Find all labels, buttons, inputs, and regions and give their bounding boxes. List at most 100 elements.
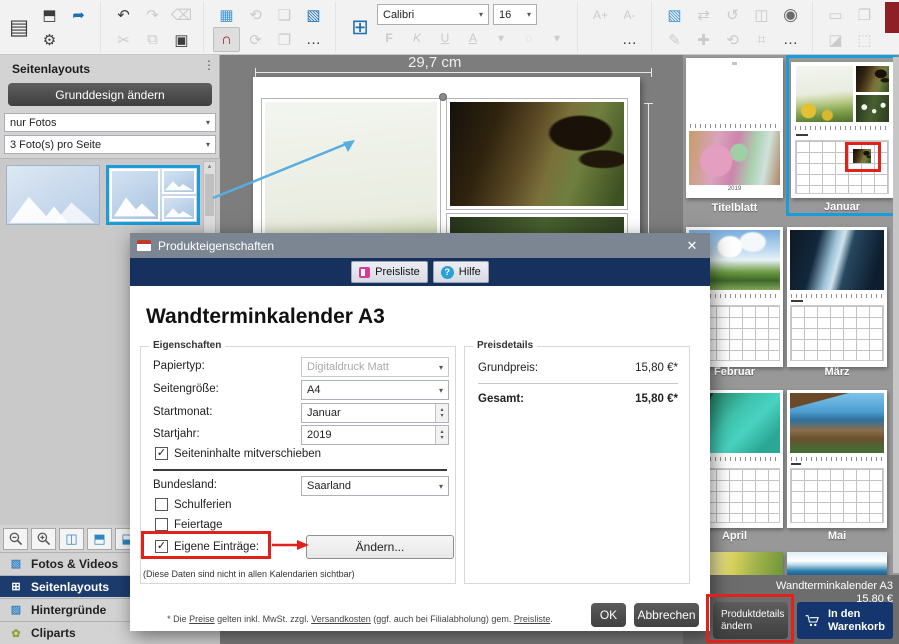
magnet-snap-icon[interactable]: ∩ — [213, 27, 240, 52]
redo-icon[interactable]: ↷ — [139, 2, 166, 27]
add-image-icon[interactable]: ▧ — [661, 2, 688, 27]
state-select[interactable]: Saarland ▾ — [301, 476, 449, 496]
red-annotation-custom-entries — [141, 531, 271, 559]
page-label-maerz[interactable]: März — [787, 366, 887, 378]
ok-button[interactable]: OK — [591, 603, 626, 627]
spinner-arrows-icon[interactable]: ▴▾ — [435, 426, 448, 444]
paste-icon[interactable]: ▣ — [168, 27, 195, 52]
edit-image-icon[interactable]: ✎ — [661, 27, 688, 52]
window-close-button-fragment[interactable] — [885, 2, 899, 33]
pricelist-link[interactable]: Preisliste — [514, 614, 551, 624]
save-icon[interactable]: ⬒ — [36, 2, 63, 27]
layout-thumbnail-1[interactable] — [6, 165, 100, 225]
zoom-in-button[interactable] — [31, 528, 56, 550]
start-month-spinner[interactable]: Januar ▴▾ — [301, 403, 449, 423]
mountain-icon — [7, 189, 99, 224]
font-increase-button[interactable]: A+ — [587, 2, 614, 27]
shift-contents-checkbox[interactable]: ✓ — [155, 447, 168, 460]
help-button[interactable]: ? Hilfe — [433, 261, 489, 283]
page-thumb-titelblatt[interactable]: 2019 — [686, 58, 783, 198]
image-layout-icon[interactable]: ◫ — [748, 2, 775, 27]
panel-menu-dots-icon[interactable]: ⋮ — [203, 58, 214, 72]
rotate-right-icon[interactable]: ⟳ — [242, 27, 269, 52]
image-fx-icon[interactable]: ◪ — [822, 27, 849, 52]
add-to-cart-button[interactable]: In den Warenkorb — [797, 602, 893, 639]
calendar-grid — [790, 305, 884, 361]
photo-dried-seedheads[interactable] — [447, 99, 627, 209]
underline-button[interactable]: U — [433, 28, 457, 48]
undo-icon[interactable]: ↶ — [110, 2, 137, 27]
photo-filter-select[interactable]: nur Fotos ▾ — [4, 113, 216, 132]
copy-icon[interactable]: ⧉ — [139, 27, 166, 52]
grid-icon[interactable]: ▦ — [213, 2, 240, 27]
font-size-select[interactable]: 16 ▾ — [493, 4, 537, 25]
export-image-icon[interactable]: ▧ — [300, 2, 327, 27]
page-label-titelblatt[interactable]: Titelblatt — [686, 202, 783, 214]
photo-count-select[interactable]: 3 Foto(s) pro Seite ▾ — [4, 135, 216, 154]
trash-icon[interactable]: ⌫ — [168, 2, 195, 27]
font-decrease-button[interactable]: A- — [616, 2, 643, 27]
prices-link[interactable]: Preise — [189, 614, 215, 624]
separator-line — [153, 469, 447, 471]
page-thumb-mai[interactable] — [787, 390, 887, 528]
crop-icon[interactable]: ⌗ — [748, 27, 775, 52]
add-calendar-text-icon[interactable]: ⊞ — [345, 2, 375, 52]
dialog-titlebar[interactable]: Produkteigenschaften ✕ — [130, 233, 710, 258]
school-holidays-checkbox[interactable] — [155, 498, 168, 511]
file-menu-icon[interactable]: ▤ — [4, 2, 34, 52]
bold-button[interactable]: F — [377, 28, 401, 48]
font-family-select[interactable]: Calibri ▾ — [377, 4, 489, 25]
settings-gear-icon[interactable]: ⚙ — [36, 27, 63, 52]
replace-image-icon[interactable]: ⇄ — [690, 2, 717, 27]
red-annotation-calendar-photo — [845, 142, 881, 172]
image-plain-icon[interactable]: ▭ — [822, 2, 849, 27]
change-entries-button[interactable]: Ändern... — [306, 535, 454, 559]
more-text-icon[interactable]: … — [616, 27, 643, 52]
page-thumb-januar[interactable] — [791, 62, 893, 198]
page-size-select[interactable]: A4 ▾ — [301, 380, 449, 400]
rotate-left-icon[interactable]: ⟲ — [242, 2, 269, 27]
export-folder-icon[interactable]: ➦ — [65, 2, 92, 27]
copy-style-icon[interactable]: ❐ — [851, 2, 878, 27]
pricelist-button[interactable]: Preisliste — [351, 261, 428, 283]
page-thumb-maerz[interactable] — [787, 227, 887, 367]
cut-icon[interactable]: ✂ — [110, 27, 137, 52]
mountain-icon — [112, 190, 158, 219]
shipping-link[interactable]: Versandkosten — [311, 614, 371, 624]
fill-color-button[interactable]: ◌ — [517, 28, 541, 48]
reset-image-icon[interactable]: ⟲ — [719, 27, 746, 52]
total-price-value: 15,80 €* — [560, 393, 678, 405]
rotation-handle[interactable] — [439, 93, 447, 101]
view-pages-button[interactable]: ◫ — [59, 528, 84, 550]
rotate-image-icon[interactable]: ↺ — [719, 2, 746, 27]
text-color-arrow-icon[interactable]: ▾ — [489, 28, 513, 48]
page-label-januar[interactable]: Januar — [791, 201, 893, 213]
layout-thumbnail-2-selected[interactable] — [106, 165, 200, 225]
start-year-spinner[interactable]: 2019 ▴▾ — [301, 425, 449, 445]
cancel-button[interactable]: Abbrechen — [634, 603, 699, 627]
spiral-binding — [791, 294, 883, 298]
spinner-arrows-icon[interactable]: ▴▾ — [435, 404, 448, 422]
more-arrange-icon[interactable]: … — [300, 27, 327, 52]
toolbar-group-frame: ▭ ◪ ❐ ⬚ — [822, 2, 886, 52]
page-label-mai[interactable]: Mai — [787, 530, 887, 542]
pages-scrollbar[interactable] — [893, 57, 899, 573]
change-base-design-button[interactable]: Grunddesign ändern — [8, 83, 212, 106]
zoom-out-button[interactable] — [3, 528, 28, 550]
text-color-button[interactable]: A — [461, 28, 485, 48]
ungroup-icon[interactable]: ❐ — [271, 27, 298, 52]
view-single-button[interactable]: ⬒ — [87, 528, 112, 550]
image-frame-icon[interactable]: ⬚ — [851, 27, 878, 52]
image-effects-icon[interactable]: ◉ — [777, 2, 804, 27]
holidays-checkbox[interactable] — [155, 518, 168, 531]
page-thumb-partial-juli[interactable] — [787, 552, 887, 575]
fill-color-arrow-icon[interactable]: ▾ — [545, 28, 569, 48]
view-pages-icon: ◫ — [65, 531, 77, 547]
add-shape-icon[interactable]: ✚ — [690, 27, 717, 52]
group-icon[interactable]: ❏ — [271, 2, 298, 27]
product-properties-dialog: Produkteigenschaften ✕ Preisliste ? Hilf… — [130, 233, 710, 631]
close-icon[interactable]: ✕ — [681, 238, 703, 254]
more-image-icon[interactable]: … — [777, 27, 804, 52]
italic-button[interactable]: K — [405, 28, 429, 48]
paper-type-select[interactable]: Digitaldruck Matt ▾ — [301, 357, 449, 377]
